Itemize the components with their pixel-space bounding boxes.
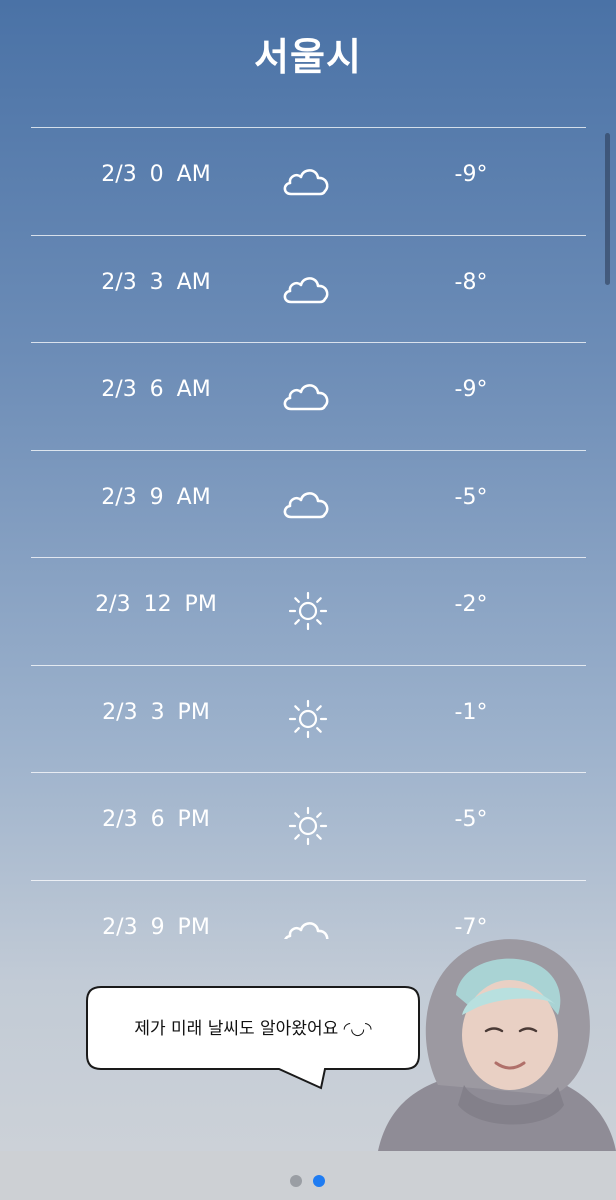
speech-bubble: 제가 미래 날씨도 알아왔어요 ◜◡◝ bbox=[85, 985, 421, 1090]
hooded-person-sticker bbox=[378, 939, 616, 1151]
forecast-temp: -8° bbox=[454, 269, 488, 295]
cloud-icon bbox=[283, 384, 329, 411]
sun-icon bbox=[288, 591, 328, 631]
page-title: 서울시 bbox=[254, 35, 362, 79]
forecast-time: 2/3 0 AM bbox=[101, 162, 211, 187]
forecast-row: 2/3 3 AM -8° bbox=[31, 234, 586, 343]
forecast-temp: -9° bbox=[454, 162, 488, 187]
forecast-row: 2/3 6 PM -5° bbox=[31, 772, 586, 880]
forecast-time: 2/3 9 PM bbox=[102, 914, 210, 940]
forecast-list[interactable]: 2/3 0 AM -9° 2/3 3 AM -8° 2/3 6 AM -9° 2… bbox=[31, 127, 586, 939]
page-dot-1[interactable] bbox=[290, 1175, 302, 1187]
page-dot-2[interactable] bbox=[313, 1175, 325, 1187]
sun-icon bbox=[288, 699, 328, 738]
cloud-icon bbox=[283, 276, 329, 303]
forecast-row: 2/3 3 PM -1° bbox=[31, 664, 586, 773]
forecast-row: 2/3 9 AM -5° bbox=[31, 449, 586, 558]
forecast-temp: -5° bbox=[454, 484, 488, 510]
scrollbar[interactable] bbox=[605, 133, 610, 285]
cloud-icon bbox=[283, 921, 329, 939]
forecast-temp: -2° bbox=[454, 592, 488, 617]
forecast-row: 2/3 12 PM -2° bbox=[31, 557, 586, 665]
forecast-time: 2/3 12 PM bbox=[95, 592, 217, 617]
sun-icon bbox=[288, 806, 328, 846]
forecast-temp: -9° bbox=[454, 377, 488, 402]
speech-text: 제가 미래 날씨도 알아왔어요 ◜◡◝ bbox=[134, 1019, 372, 1039]
forecast-temp: -5° bbox=[454, 807, 488, 832]
page-indicator-bar bbox=[0, 1151, 616, 1200]
forecast-time: 2/3 3 PM bbox=[102, 699, 210, 725]
cloud-icon bbox=[283, 491, 329, 518]
forecast-row: 2/3 0 AM -9° bbox=[31, 127, 586, 235]
forecast-row: 2/3 9 PM -7° bbox=[31, 879, 586, 940]
forecast-time: 2/3 3 AM bbox=[101, 269, 211, 295]
forecast-time: 2/3 6 AM bbox=[101, 377, 211, 402]
forecast-time: 2/3 6 PM bbox=[102, 807, 210, 832]
forecast-time: 2/3 9 AM bbox=[101, 484, 211, 510]
forecast-temp: -1° bbox=[454, 699, 488, 725]
forecast-row: 2/3 6 AM -9° bbox=[31, 342, 586, 450]
cloud-icon bbox=[283, 169, 329, 196]
